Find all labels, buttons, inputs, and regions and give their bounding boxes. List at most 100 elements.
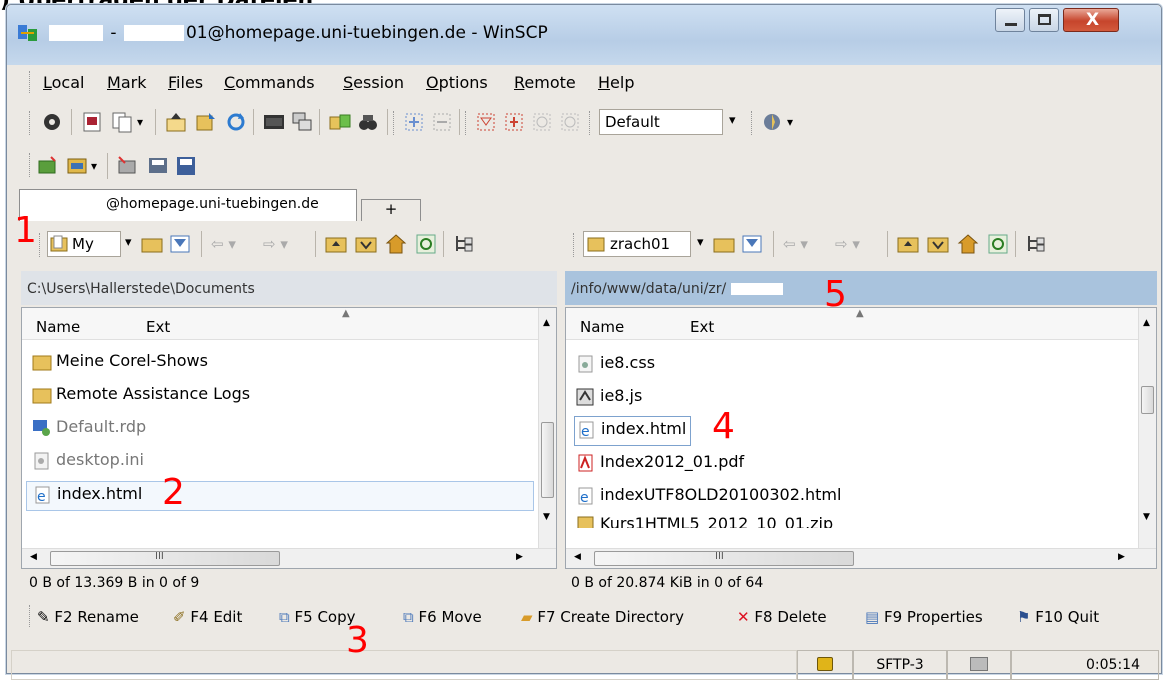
scroll-left-icon[interactable]: ◀ — [574, 552, 581, 562]
left-filter-icon[interactable] — [169, 233, 191, 255]
left-refresh-icon[interactable] — [415, 233, 437, 255]
invert-selection-icon[interactable] — [503, 111, 525, 133]
left-hscroll-thumb[interactable]: III — [50, 551, 280, 566]
properties-button[interactable]: ▤ F9 Properties — [865, 608, 983, 626]
copy-dropdown-chevron-icon[interactable]: ▾ — [137, 115, 143, 129]
local-browser-icon[interactable] — [81, 111, 103, 133]
new-tab-button[interactable]: + — [361, 199, 421, 221]
scroll-up-icon[interactable]: ▲ — [1143, 318, 1150, 328]
left-drive-select[interactable]: My — [47, 231, 121, 257]
scroll-up-icon[interactable]: ▲ — [543, 318, 550, 328]
left-home-directory-icon[interactable] — [385, 233, 407, 255]
right-back-icon[interactable]: ⇦ ▾ — [783, 235, 808, 253]
filter-icon[interactable] — [475, 111, 497, 133]
scroll-down-icon[interactable]: ▼ — [543, 512, 550, 522]
transfer-settings-select[interactable]: Default — [599, 109, 723, 135]
keep-up-to-date-icon[interactable] — [195, 111, 217, 133]
save-icon[interactable] — [175, 155, 197, 177]
menu-session[interactable]: Session — [343, 73, 404, 92]
session-toolbar-grip[interactable] — [29, 153, 32, 177]
right-toolbar-grip[interactable] — [573, 233, 576, 257]
toolbar-grip-3[interactable] — [465, 111, 468, 135]
list-item[interactable]: ie8.css — [576, 353, 655, 383]
save-session-icon[interactable] — [147, 155, 169, 177]
left-back-icon[interactable]: ⇦ ▾ — [211, 235, 236, 253]
title-bar[interactable]: - 01@homepage.uni-tuebingen.de - WinSCP … — [7, 5, 1161, 65]
scroll-down-icon[interactable]: ▼ — [1143, 512, 1150, 522]
right-directory-select[interactable]: zrach01 — [583, 231, 691, 257]
compare-directories-icon[interactable] — [329, 111, 351, 133]
session-tab[interactable]: @homepage.uni-tuebingen.de — [19, 189, 357, 221]
right-hscroll-thumb[interactable]: III — [594, 551, 854, 566]
menu-help[interactable]: Help — [598, 73, 634, 92]
find-files-icon[interactable] — [357, 111, 379, 133]
maximize-button[interactable] — [1029, 8, 1059, 32]
left-open-directory-icon[interactable] — [141, 233, 163, 255]
right-refresh-icon[interactable] — [987, 233, 1009, 255]
list-item[interactable]: Index2012_01.pdf — [576, 452, 744, 482]
scroll-right-icon[interactable]: ▶ — [1118, 552, 1125, 562]
list-item[interactable]: Kurs1HTML5_2012_10_01.zip — [576, 516, 833, 528]
minimize-button[interactable] — [995, 8, 1025, 32]
right-scroll-thumb[interactable] — [1141, 386, 1154, 414]
right-filter-icon[interactable] — [741, 233, 763, 255]
list-item[interactable]: Meine Corel-Shows — [32, 351, 208, 381]
left-root-directory-icon[interactable] — [355, 233, 377, 255]
left-col-ext[interactable]: Ext — [146, 318, 170, 336]
right-tree-icon[interactable] — [1025, 233, 1047, 255]
list-item-selected[interactable]: e index.html — [26, 481, 534, 511]
right-root-directory-icon[interactable] — [927, 233, 949, 255]
delete-button[interactable]: ✕ F8 Delete — [737, 608, 827, 626]
right-home-directory-icon[interactable] — [957, 233, 979, 255]
menu-remote[interactable]: Remote — [514, 73, 576, 92]
quit-button[interactable]: ⚑ F10 Quit — [1017, 608, 1099, 626]
menu-files[interactable]: Files — [168, 73, 203, 92]
list-item[interactable]: Default.rdp — [32, 417, 146, 447]
menu-commands[interactable]: Commands — [224, 73, 315, 92]
menubar-grip[interactable] — [29, 71, 32, 93]
left-col-name[interactable]: Name — [36, 318, 80, 336]
right-horizontal-scrollbar[interactable]: ◀ III ▶ — [566, 548, 1156, 568]
left-forward-icon[interactable]: ⇨ ▾ — [263, 235, 288, 253]
putty-icon[interactable] — [291, 111, 313, 133]
left-parent-directory-icon[interactable] — [325, 233, 347, 255]
menu-mark[interactable]: Mark — [107, 73, 146, 92]
right-path-bar[interactable]: /info/www/data/uni/zr/ — [565, 271, 1157, 305]
toolbar-grip-4[interactable] — [589, 111, 592, 135]
queue-icon[interactable] — [761, 111, 783, 133]
menu-local[interactable]: Local — [43, 73, 84, 92]
right-open-directory-icon[interactable] — [713, 233, 735, 255]
preferences-gear-icon[interactable] — [41, 111, 63, 133]
list-item[interactable]: e indexUTF8OLD20100302.html — [576, 485, 841, 515]
toolbar-grip[interactable] — [29, 111, 32, 135]
move-button[interactable]: ⧉ F6 Move — [403, 608, 482, 626]
sync-upload-icon[interactable] — [165, 111, 187, 133]
clear-selection-icon[interactable] — [531, 111, 553, 133]
rename-button[interactable]: ✎ F2 Rename — [37, 608, 139, 626]
transfer-settings-chevron-icon[interactable]: ▾ — [729, 113, 736, 128]
select-files-icon[interactable] — [403, 111, 425, 133]
command-bar-grip[interactable] — [29, 605, 32, 627]
list-item[interactable]: desktop.ini — [32, 450, 144, 480]
left-tree-icon[interactable] — [453, 233, 475, 255]
right-vertical-scrollbar[interactable]: ▲ ▼ — [1138, 308, 1156, 548]
edit-button[interactable]: ✐ F4 Edit — [173, 608, 242, 626]
close-button[interactable]: X — [1063, 8, 1119, 32]
sites-icon[interactable] — [67, 155, 89, 177]
scroll-left-icon[interactable]: ◀ — [30, 552, 37, 562]
refresh-icon[interactable] — [225, 111, 247, 133]
list-item[interactable]: ie8.js — [576, 386, 642, 416]
left-toolbar-grip[interactable] — [39, 233, 42, 257]
disconnect-icon[interactable] — [117, 155, 139, 177]
create-directory-button[interactable]: ▰ F7 Create Directory — [521, 608, 684, 626]
toolbar-grip-5[interactable] — [751, 111, 754, 135]
sites-chevron-icon[interactable]: ▾ — [91, 159, 97, 173]
menu-options[interactable]: Options — [426, 73, 488, 92]
unselect-files-icon[interactable] — [431, 111, 453, 133]
console-icon[interactable] — [263, 111, 285, 133]
scroll-right-icon[interactable]: ▶ — [516, 552, 523, 562]
copy-button[interactable]: ⧉ F5 Copy — [279, 608, 356, 626]
left-vertical-scrollbar[interactable]: ▲ ▼ — [538, 308, 556, 548]
left-scroll-thumb[interactable] — [541, 422, 554, 498]
list-item-focused[interactable]: e index.html — [574, 416, 692, 446]
